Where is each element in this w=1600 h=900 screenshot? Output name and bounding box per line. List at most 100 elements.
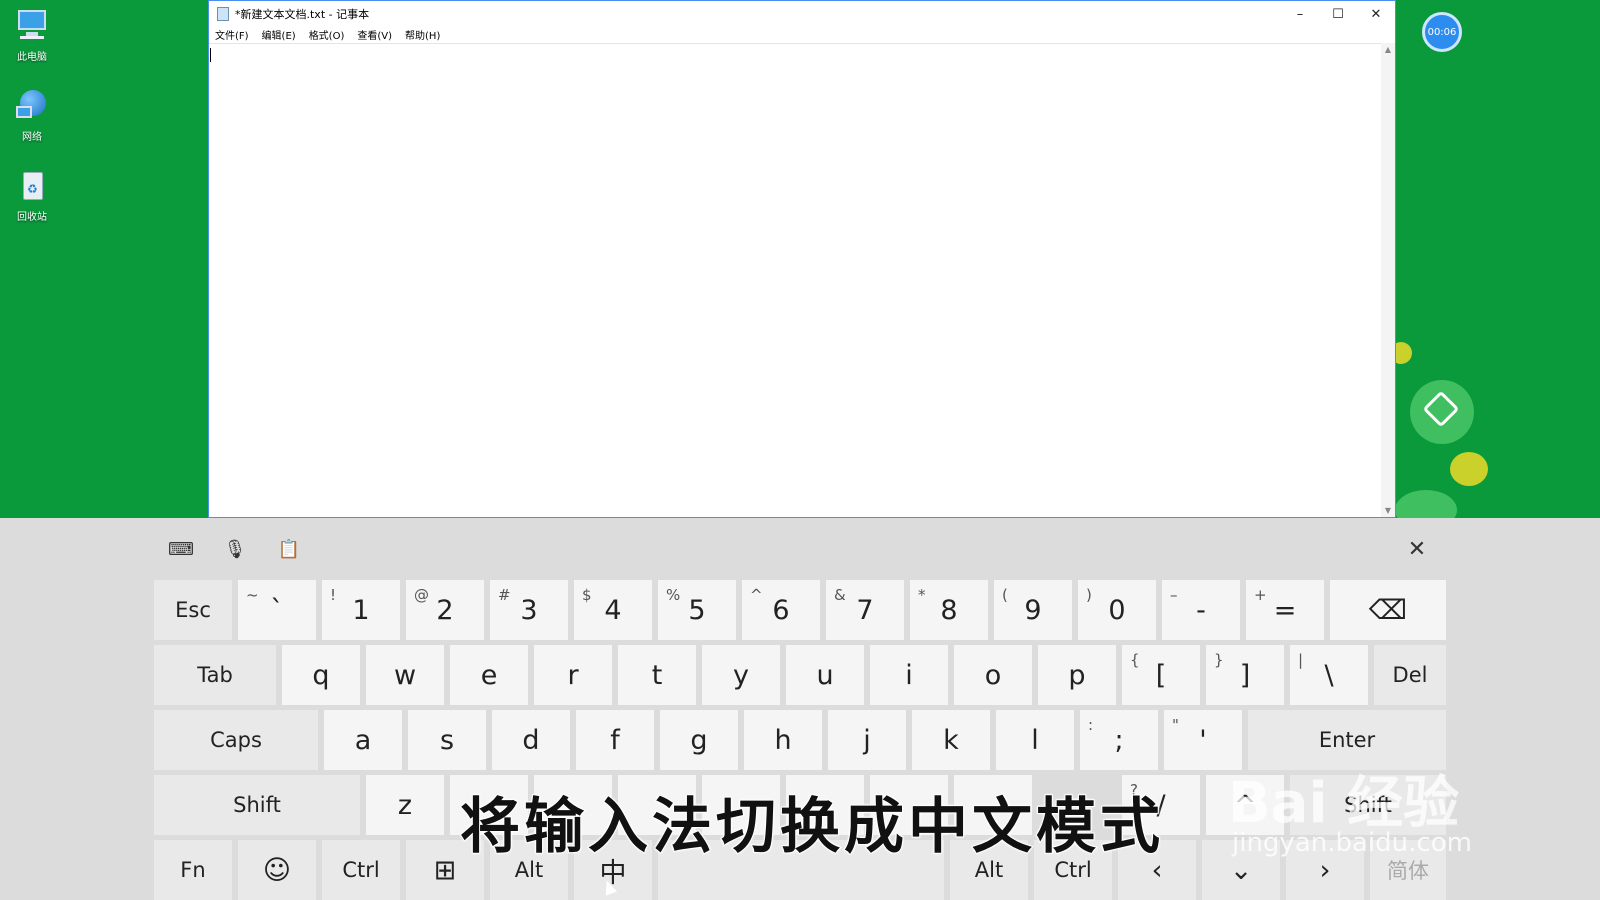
key-label: ⌄ [1229, 854, 1253, 886]
desktop-icon-this-pc[interactable]: 此电脑 [6, 8, 58, 63]
key-shift[interactable]: Shift [154, 775, 360, 835]
key-f[interactable]: f [576, 710, 654, 770]
key-symbol[interactable]: ⌫ [1330, 580, 1446, 640]
menu-edit[interactable]: 编辑(E) [262, 27, 296, 43]
key-label: 6 [772, 594, 790, 626]
keyboard-settings-icon[interactable]: ⌨ [166, 534, 196, 564]
key-p[interactable]: p [1038, 645, 1116, 705]
key-z[interactable]: z [366, 775, 444, 835]
minimize-button[interactable]: – [1281, 1, 1319, 27]
key-t[interactable]: t [618, 645, 696, 705]
key-l[interactable]: l [996, 710, 1074, 770]
key-symbol[interactable]: | \ [1290, 645, 1368, 705]
desktop-icon-label: 回收站 [17, 212, 47, 223]
key-label: Caps [210, 728, 262, 752]
key-7[interactable]: & 7 [826, 580, 904, 640]
key-label: Ctrl [342, 858, 380, 882]
key-esc[interactable]: Esc [154, 580, 232, 640]
key-y[interactable]: y [702, 645, 780, 705]
key-symbol[interactable]: {[ [1122, 645, 1200, 705]
key-tab[interactable]: Tab [154, 645, 276, 705]
key-symbol[interactable]: }] [1206, 645, 1284, 705]
key-q[interactable]: q [282, 645, 360, 705]
vertical-scrollbar[interactable]: ▲ ▼ [1381, 43, 1395, 517]
desktop-icon-network[interactable]: 网络 [6, 88, 58, 143]
menu-file[interactable]: 文件(F) [215, 27, 249, 43]
key-label: ; [1114, 724, 1124, 756]
key-i[interactable]: i [870, 645, 948, 705]
key-label: 8 [940, 594, 958, 626]
key-label: 9 [1024, 594, 1042, 626]
close-button[interactable]: ✕ [1357, 1, 1395, 27]
key-label: 2 [436, 594, 454, 626]
key-shift-label: & [834, 586, 846, 604]
key-symbol[interactable]: – - [1162, 580, 1240, 640]
key-caps[interactable]: Caps [154, 710, 318, 770]
key-label: Shift [233, 793, 281, 817]
key-label: 0 [1108, 594, 1126, 626]
key-shift-label: @ [414, 586, 429, 604]
key-u[interactable]: u [786, 645, 864, 705]
key-shift-label: ! [330, 586, 337, 604]
maximize-button[interactable]: ☐ [1319, 1, 1357, 27]
scroll-down-icon[interactable]: ▼ [1381, 506, 1395, 515]
key-label: h [774, 724, 792, 756]
key-symbol[interactable]: ☺ [238, 840, 316, 900]
clipboard-icon[interactable]: 📋 [274, 534, 304, 564]
key-shift-label: ~ [246, 586, 259, 604]
key-k[interactable]: k [912, 710, 990, 770]
network-icon [14, 88, 50, 124]
key-0[interactable]: ) 0 [1078, 580, 1156, 640]
key-5[interactable]: % 5 [658, 580, 736, 640]
text-editor-area[interactable] [209, 43, 1381, 517]
key-r[interactable]: r [534, 645, 612, 705]
key-shift-label: * [918, 586, 926, 604]
key-label: Del [1392, 663, 1428, 687]
key-h[interactable]: h [744, 710, 822, 770]
key-4[interactable]: $4 [574, 580, 652, 640]
key-label: Tab [197, 663, 233, 687]
key-shift-label: ( [1002, 586, 1008, 604]
key-label: \ [1324, 659, 1334, 691]
microphone-icon[interactable]: 🎙 [220, 534, 250, 564]
key-symbol[interactable]: ~ ` [238, 580, 316, 640]
key-shift-label: | [1298, 651, 1304, 669]
key-label: = [1273, 594, 1297, 626]
key-shift-label: % [666, 586, 681, 604]
desktop-icon-label: 此电脑 [17, 52, 47, 63]
keyboard-close-icon[interactable]: ✕ [1402, 534, 1432, 564]
key-ctrl[interactable]: Ctrl [322, 840, 400, 900]
key-label: y [733, 659, 749, 691]
key-label: j [863, 724, 871, 756]
key-j[interactable]: j [828, 710, 906, 770]
menu-help[interactable]: 帮助(H) [405, 27, 440, 43]
key-3[interactable]: #3 [490, 580, 568, 640]
key-w[interactable]: w [366, 645, 444, 705]
key-1[interactable]: ! 1 [322, 580, 400, 640]
desktop-icon-recycle-bin[interactable]: ♻ 回收站 [6, 168, 58, 223]
notepad-window[interactable]: *新建文本文档.txt - 记事本 – ☐ ✕ 文件(F) 编辑(E) 格式(O… [208, 0, 1396, 518]
key-symbol[interactable]: :; [1080, 710, 1158, 770]
baidu-watermark-url: jingyan.baidu.com [1232, 828, 1472, 858]
key-g[interactable]: g [660, 710, 738, 770]
menu-format[interactable]: 格式(O) [309, 27, 345, 43]
key-label: ☺ [262, 854, 292, 886]
title-bar[interactable]: *新建文本文档.txt - 记事本 – ☐ ✕ [209, 1, 1395, 27]
key-e[interactable]: e [450, 645, 528, 705]
key-d[interactable]: d [492, 710, 570, 770]
menu-bar: 文件(F) 编辑(E) 格式(O) 查看(V) 帮助(H) [209, 27, 1395, 43]
key-8[interactable]: * 8 [910, 580, 988, 640]
key-shift-label: " [1172, 716, 1179, 734]
scroll-up-icon[interactable]: ▲ [1381, 45, 1395, 54]
key-9[interactable]: (9 [994, 580, 1072, 640]
key-2[interactable]: @2 [406, 580, 484, 640]
key-symbol[interactable]: + = [1246, 580, 1324, 640]
key-shift-label: # [498, 586, 511, 604]
key-o[interactable]: o [954, 645, 1032, 705]
key-6[interactable]: ^ 6 [742, 580, 820, 640]
menu-view[interactable]: 查看(V) [357, 27, 392, 43]
key-fn[interactable]: Fn [154, 840, 232, 900]
key-del[interactable]: Del [1374, 645, 1446, 705]
key-s[interactable]: s [408, 710, 486, 770]
key-a[interactable]: a [324, 710, 402, 770]
